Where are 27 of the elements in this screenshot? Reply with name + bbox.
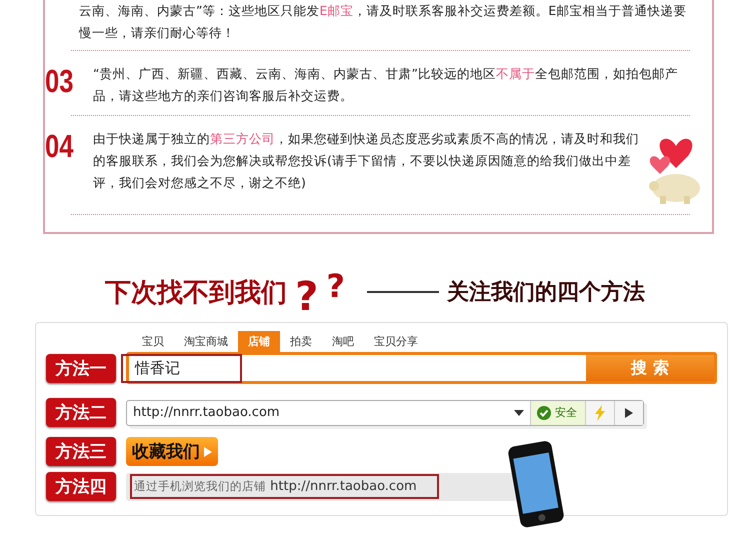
dropdown-caret-icon[interactable]: [514, 410, 524, 416]
search-tab[interactable]: 宝贝分享: [364, 331, 428, 352]
triangle-icon: [204, 446, 212, 456]
method-label: 方法三: [46, 437, 116, 466]
notice-paragraph: “贵州、广西、新疆、西藏、云南、海南、内蒙古、甘肃”比较远的地区不属于全包邮范围，如拍包邮产品，请这些地方的亲们咨询客服后补交运费。: [93, 65, 679, 105]
mobile-url-text: 通过手机浏览我们的店铺 http://nnrr.taobao.com: [130, 474, 439, 499]
method-label: 方法二: [46, 398, 116, 427]
item-number: 04: [45, 128, 74, 164]
check-icon: [537, 406, 551, 420]
play-icon[interactable]: [625, 408, 633, 418]
subheading-text: 关注我们的四个方法: [446, 278, 645, 307]
notice-paragraph: 由于快递属于独立的第三方公司，如果您碰到快递员态度恶劣或素质不高的情况，请及时和我们的客服联系，我们会为您解决或帮您投诉(请手下留情，不要以快递原因随意的给我们做出中差评，我们会对您感之不尽，谢之不绝): [93, 130, 640, 192]
item-number: 03: [45, 63, 74, 99]
question-mark: ?: [326, 270, 345, 302]
search-field[interactable]: 惜香记: [121, 354, 242, 382]
search-tab[interactable]: 拍卖: [280, 331, 322, 352]
notice-paragraph: 云南、海南、内蒙古”等：这些地区只能发E邮宝，请及时联系客服补交运费差额。E邮宝相当于普通快递要慢一些，请亲们耐心等待！: [79, 2, 688, 42]
url-text: http://nnrr.taobao.com: [132, 405, 281, 420]
method-label: 方法四: [46, 472, 116, 501]
search-tab[interactable]: 宝贝: [132, 331, 174, 352]
method-label: 方法一: [46, 354, 116, 382]
question-mark: ?: [295, 277, 318, 317]
search-tab[interactable]: 淘宝商城: [174, 331, 238, 352]
secure-badge: 安全: [530, 400, 585, 424]
heading-text: 下次找不到我们: [105, 276, 288, 310]
favorite-button[interactable]: 收藏我们: [126, 437, 218, 466]
search-tab[interactable]: 淘吧: [322, 331, 364, 352]
